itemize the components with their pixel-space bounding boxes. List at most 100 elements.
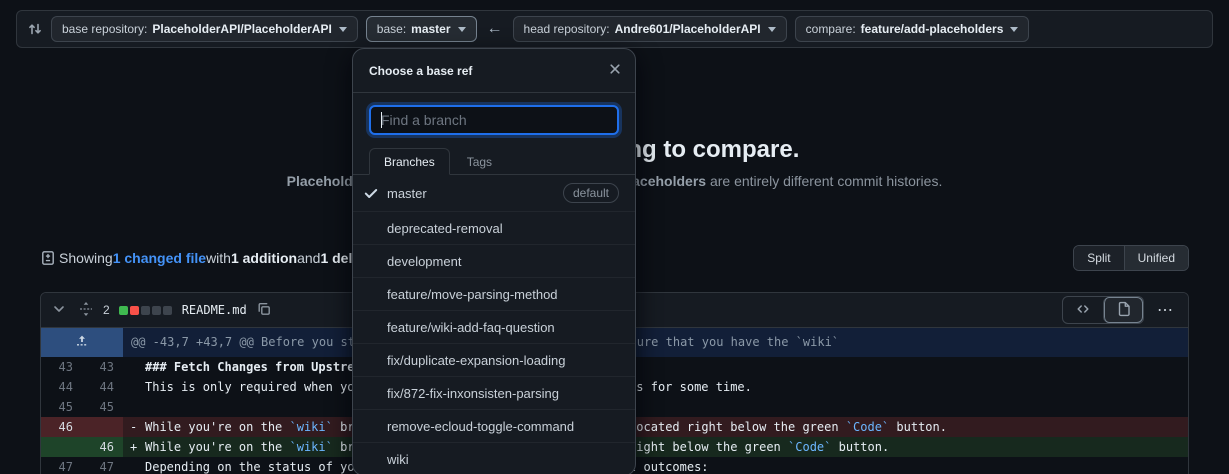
copy-path-button[interactable] bbox=[254, 299, 274, 322]
branch-item[interactable]: feature/wiki-add-faq-question bbox=[353, 310, 635, 343]
branch-item[interactable]: fix/duplicate-expansion-loading bbox=[353, 343, 635, 376]
expand-hunk-button[interactable] bbox=[41, 328, 123, 357]
new-line-number: 47 bbox=[82, 457, 123, 474]
check-placeholder bbox=[363, 220, 379, 236]
code-line: While you're on the `wiki` branch, click… bbox=[145, 437, 1188, 457]
diff-marker bbox=[123, 457, 145, 474]
diff-marker: - bbox=[123, 417, 145, 437]
check-placeholder bbox=[363, 352, 379, 368]
git-compare-icon bbox=[27, 21, 43, 37]
branch-list: master default deprecated-removal developme… bbox=[353, 175, 635, 474]
diffstat bbox=[117, 306, 172, 315]
base-branch-select[interactable]: base: master bbox=[366, 16, 477, 42]
close-icon bbox=[607, 61, 623, 80]
check-placeholder bbox=[363, 286, 379, 302]
kebab-menu-button[interactable]: ⋯ bbox=[1151, 300, 1180, 320]
branch-name: wiki bbox=[387, 452, 409, 467]
dropdown-caret-icon bbox=[339, 27, 347, 32]
rich-diff-button[interactable] bbox=[1103, 297, 1143, 323]
branch-name: development bbox=[387, 254, 461, 269]
base-repository-value: PlaceholderAPI/PlaceholderAPI bbox=[152, 22, 331, 36]
diff-marker bbox=[123, 377, 145, 397]
dropdown-caret-icon bbox=[458, 27, 466, 32]
branch-name: feature/move-parsing-method bbox=[387, 287, 558, 302]
branch-item[interactable]: feature/move-parsing-method bbox=[353, 277, 635, 310]
branch-item[interactable]: remove-ecloud-toggle-command bbox=[353, 409, 635, 442]
old-line-number: 47 bbox=[41, 457, 82, 474]
summary-prefix: Showing bbox=[59, 250, 113, 266]
head-repository-label: head repository: bbox=[524, 22, 610, 36]
compare-branch-select[interactable]: compare: feature/add-placeholders bbox=[795, 16, 1030, 42]
old-line-number: 43 bbox=[41, 357, 82, 377]
head-repository-value: Andre601/PlaceholderAPI bbox=[615, 22, 761, 36]
summary-and: and bbox=[297, 250, 320, 266]
split-view-button[interactable]: Split bbox=[1074, 246, 1123, 270]
unfold-icon bbox=[78, 301, 94, 320]
file-name-link[interactable]: README.md bbox=[182, 303, 247, 317]
branch-item[interactable]: master default bbox=[353, 175, 635, 211]
expand-up-icon bbox=[74, 333, 90, 352]
check-placeholder bbox=[363, 418, 379, 434]
file-changes-count: 2 bbox=[103, 303, 110, 317]
new-line-number: 46 bbox=[82, 437, 123, 457]
branch-item[interactable]: development bbox=[353, 244, 635, 277]
new-line-number: 44 bbox=[82, 377, 123, 397]
check-placeholder bbox=[363, 319, 379, 335]
branch-item[interactable]: wiki bbox=[353, 442, 635, 474]
old-line-number: 44 bbox=[41, 377, 82, 397]
ref-selector-menu: Choose a base ref Branches Tags master de… bbox=[352, 48, 636, 474]
branch-name: fix/duplicate-expansion-loading bbox=[387, 353, 566, 368]
expand-all-button[interactable] bbox=[76, 299, 96, 322]
close-menu-button[interactable] bbox=[605, 59, 625, 82]
diffstat-block-addition bbox=[119, 306, 128, 315]
check-icon bbox=[363, 185, 379, 201]
collapse-file-button[interactable] bbox=[49, 299, 69, 322]
compare-controls-bar: base repository:PlaceholderAPI/Placehold… bbox=[16, 10, 1213, 48]
code-line: While you're on the `wiki` branch, click… bbox=[145, 417, 1188, 437]
check-placeholder bbox=[363, 253, 379, 269]
branch-filter bbox=[353, 93, 635, 148]
code-icon bbox=[1075, 301, 1091, 320]
chevron-down-icon bbox=[51, 301, 67, 320]
dropdown-caret-icon bbox=[768, 27, 776, 32]
old-line-number bbox=[41, 437, 82, 457]
changed-files-link[interactable]: 1 changed file bbox=[113, 250, 206, 266]
diff-view-toggle: Split Unified bbox=[1073, 245, 1189, 271]
check-placeholder bbox=[363, 451, 379, 467]
new-line-number bbox=[82, 417, 123, 437]
subtitle-suffix: are entirely different commit histories. bbox=[706, 173, 942, 189]
diff-marker bbox=[123, 397, 145, 417]
file-diff-icon bbox=[40, 250, 56, 266]
diffstat-block-empty bbox=[163, 306, 172, 315]
ref-menu-header: Choose a base ref bbox=[353, 49, 635, 93]
left-arrow-icon: ← bbox=[485, 20, 505, 38]
base-branch-label: base: bbox=[377, 22, 406, 36]
base-branch-value: master bbox=[411, 22, 450, 36]
diffstat-block-empty bbox=[141, 306, 150, 315]
compare-branch-label: compare: bbox=[806, 22, 856, 36]
branch-item[interactable]: fix/872-fix-inxonsisten-parsing bbox=[353, 376, 635, 409]
file-icon bbox=[1116, 301, 1132, 320]
base-repository-select[interactable]: base repository:PlaceholderAPI/Placehold… bbox=[51, 16, 358, 42]
diffstat-block-deletion bbox=[130, 306, 139, 315]
copy-icon bbox=[256, 301, 272, 320]
branch-name: deprecated-removal bbox=[387, 221, 503, 236]
diff-marker bbox=[123, 357, 145, 377]
branch-name: master bbox=[387, 186, 427, 201]
hunk-header-text: @@ -43,7 +43,7 @@ Before you start with … bbox=[123, 328, 1188, 357]
dropdown-caret-icon bbox=[1010, 27, 1018, 32]
old-line-number: 46 bbox=[41, 417, 82, 437]
head-repository-select[interactable]: head repository: Andre601/PlaceholderAPI bbox=[513, 16, 787, 42]
branch-name: remove-ecloud-toggle-command bbox=[387, 419, 574, 434]
branch-name: feature/wiki-add-faq-question bbox=[387, 320, 555, 335]
diff-marker: + bbox=[123, 437, 145, 457]
source-view-button[interactable] bbox=[1063, 297, 1103, 323]
find-branch-input[interactable] bbox=[369, 105, 619, 135]
tab-tags[interactable]: Tags bbox=[452, 148, 507, 175]
default-badge: default bbox=[563, 183, 619, 203]
compare-branch-value: feature/add-placeholders bbox=[861, 22, 1004, 36]
code-line: Depending on the status of your branch c… bbox=[145, 457, 1188, 474]
tab-branches[interactable]: Branches bbox=[369, 148, 450, 175]
branch-item[interactable]: deprecated-removal bbox=[353, 211, 635, 244]
unified-view-button[interactable]: Unified bbox=[1124, 246, 1188, 270]
